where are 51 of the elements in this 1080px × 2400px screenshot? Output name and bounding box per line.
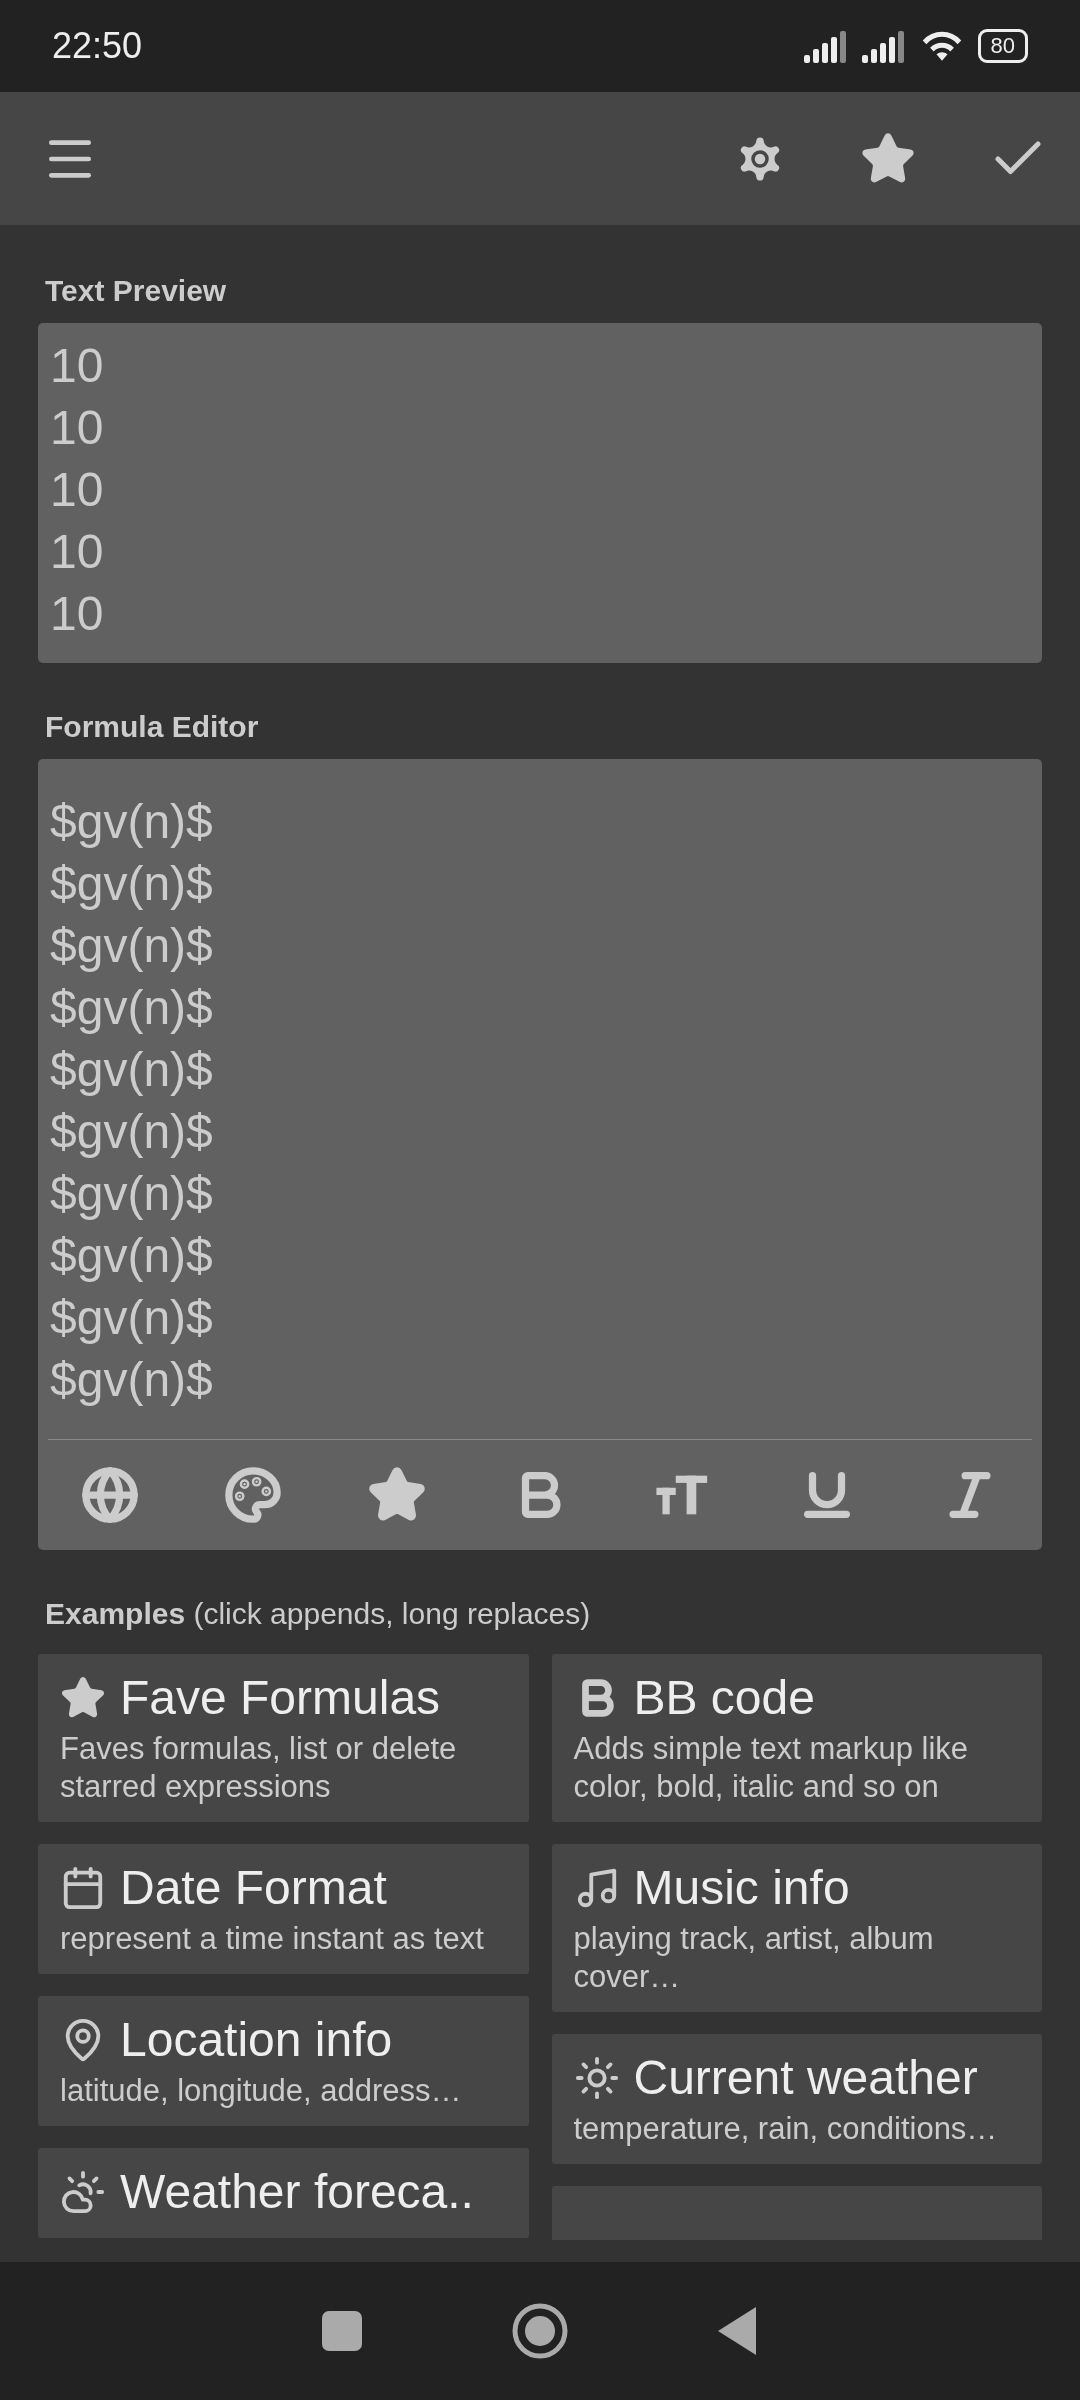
formula-line: $gv(n)$ <box>50 1042 214 1098</box>
example-title: Current weather <box>633 2050 978 2106</box>
formula-editor[interactable]: $gv(n)$ $gv(n)$ $gv(n)$ $gv(n)$ $gv(n)$ $gv(n)$ $gv(n)$ $gv(n)$ $gv(n)$ $gv(n)$ <box>38 759 1042 1550</box>
example-description: Faves formulas, list or delete starred expressions <box>60 1730 458 1806</box>
example-card[interactable]: Current weather temperature, rain, conditions… <box>551 2034 1042 2164</box>
example-description: latitude, longitude, address… <box>60 2072 463 2110</box>
formula-line: $gv(n)$ <box>50 1166 214 1222</box>
preview-line: 10 <box>50 338 105 394</box>
formula-line: $gv(n)$ <box>50 918 214 974</box>
example-card[interactable]: Location info latitude, longitude, address… <box>38 1996 529 2126</box>
formula-line: $gv(n)$ <box>50 794 214 850</box>
home-button[interactable] <box>512 2303 568 2359</box>
back-button[interactable] <box>718 2307 758 2355</box>
preview-line: 10 <box>50 462 105 518</box>
formula-line: $gv(n)$ <box>50 1104 214 1160</box>
example-title: Fave Formulas <box>120 1670 441 1726</box>
example-description: playing track, artist, album cover… <box>573 1920 935 1996</box>
formula-line: $gv(n)$ <box>50 980 214 1036</box>
example-title: BB code <box>633 1670 815 1726</box>
example-title: Date Format <box>120 1860 387 1916</box>
preview-line: 10 <box>50 586 105 642</box>
preview-line: 10 <box>50 400 105 456</box>
example-card[interactable]: Date Format represent a time instant as text <box>38 1844 529 1974</box>
status-time: 22:50 <box>52 25 143 67</box>
preview-line: 10 <box>50 524 105 580</box>
example-card[interactable]: Music info playing track, artist, album cover… <box>551 1844 1042 2012</box>
globe-button[interactable] <box>80 1466 139 1524</box>
cloud-sun-icon <box>60 2169 106 2215</box>
example-card[interactable]: BB code Adds simple text markup like color, bold, italic and so on <box>551 1654 1042 1822</box>
example-title: Location info <box>120 2012 393 2068</box>
examples-heading: Examples (click appends, long replaces) <box>45 1596 592 1632</box>
example-title: Weather foreca.. <box>120 2164 474 2220</box>
signal-icon <box>861 29 906 63</box>
section-label: Text Preview <box>45 273 228 309</box>
example-title: Music info <box>633 1860 850 1916</box>
palette-button[interactable] <box>224 1466 283 1524</box>
formula-line: $gv(n)$ <box>50 856 214 912</box>
sun-icon <box>573 2055 620 2101</box>
example-description: temperature, rain, conditions… <box>573 2110 999 2148</box>
signal-icon <box>803 29 848 63</box>
example-card[interactable]: Fave Formulas Faves formulas, list or delete starred expressions <box>38 1654 529 1822</box>
formula-line: $gv(n)$ <box>50 1228 214 1284</box>
example-description: Adds simple text markup like color, bold, italic and so on <box>573 1730 970 1806</box>
formula-line: $gv(n)$ <box>50 1290 214 1346</box>
battery-level: 80 <box>977 29 1028 63</box>
formula-line: $gv(n)$ <box>50 1352 214 1408</box>
star-button[interactable] <box>367 1466 426 1524</box>
section-label: Formula Editor <box>45 709 260 745</box>
recents-button[interactable] <box>322 2311 362 2351</box>
example-card[interactable]: Weather foreca.. <box>38 2148 529 2238</box>
example-description: represent a time instant as text <box>60 1920 485 1958</box>
